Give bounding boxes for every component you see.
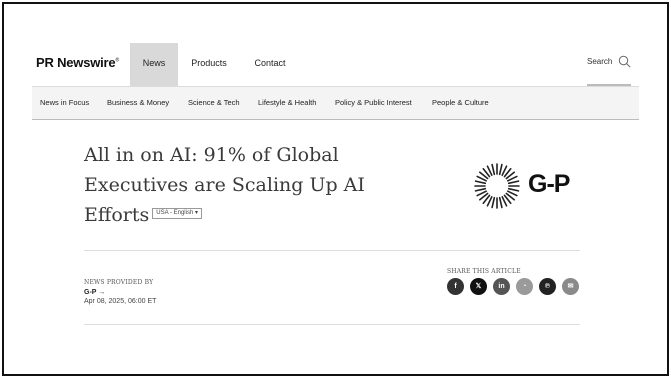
email-icon[interactable]: ✉	[562, 278, 579, 295]
provider-link[interactable]: G-P →	[84, 289, 105, 296]
category-policy-public-interest[interactable]: Policy & Public Interest	[335, 87, 412, 119]
search-icon	[618, 55, 631, 68]
logo-registered-mark: ®	[115, 57, 119, 64]
brand-logo-text: G-P	[528, 170, 570, 198]
linkedin-icon[interactable]: in	[493, 278, 510, 295]
top-navigation: PR Newswire® News Products Contact Searc…	[32, 43, 639, 87]
category-navigation: News in Focus Business & Money Science &…	[32, 87, 639, 120]
whatsapp-icon[interactable]: ◔	[516, 278, 533, 295]
share-label: SHARE THIS ARTICLE	[447, 268, 521, 275]
category-business-money[interactable]: Business & Money	[107, 87, 169, 119]
nav-tab-news[interactable]: News	[130, 43, 178, 86]
provided-by-label: NEWS PROVIDED BY	[84, 279, 154, 286]
divider-top	[84, 250, 580, 251]
prnewswire-logo[interactable]: PR Newswire®	[36, 55, 119, 70]
search-label: Search	[587, 57, 613, 66]
category-people-culture[interactable]: People & Culture	[432, 87, 489, 119]
sunburst-icon	[474, 163, 520, 209]
facebook-icon[interactable]: f	[447, 278, 464, 295]
nav-tab-products[interactable]: Products	[190, 43, 228, 86]
divider-bottom	[84, 324, 580, 325]
category-science-tech[interactable]: Science & Tech	[188, 87, 240, 119]
search-button[interactable]: Search	[587, 43, 631, 86]
category-news-in-focus[interactable]: News in Focus	[40, 87, 89, 119]
language-select[interactable]: USA - English ▾	[152, 207, 202, 219]
article-title-text: All in on AI: 91% of Global Executives a…	[84, 144, 365, 226]
article-title: All in on AI: 91% of Global Executives a…	[84, 140, 414, 230]
publish-date: Apr 08, 2025, 06:00 ET	[84, 298, 157, 305]
pinterest-icon[interactable]: ℗	[539, 278, 556, 295]
logo-text: PR Newswire	[36, 55, 116, 70]
gp-brand-logo: G-P	[472, 162, 582, 212]
x-icon[interactable]: 𝕏	[470, 278, 487, 295]
nav-tab-contact[interactable]: Contact	[250, 43, 290, 86]
category-lifestyle-health[interactable]: Lifestyle & Health	[258, 87, 316, 119]
